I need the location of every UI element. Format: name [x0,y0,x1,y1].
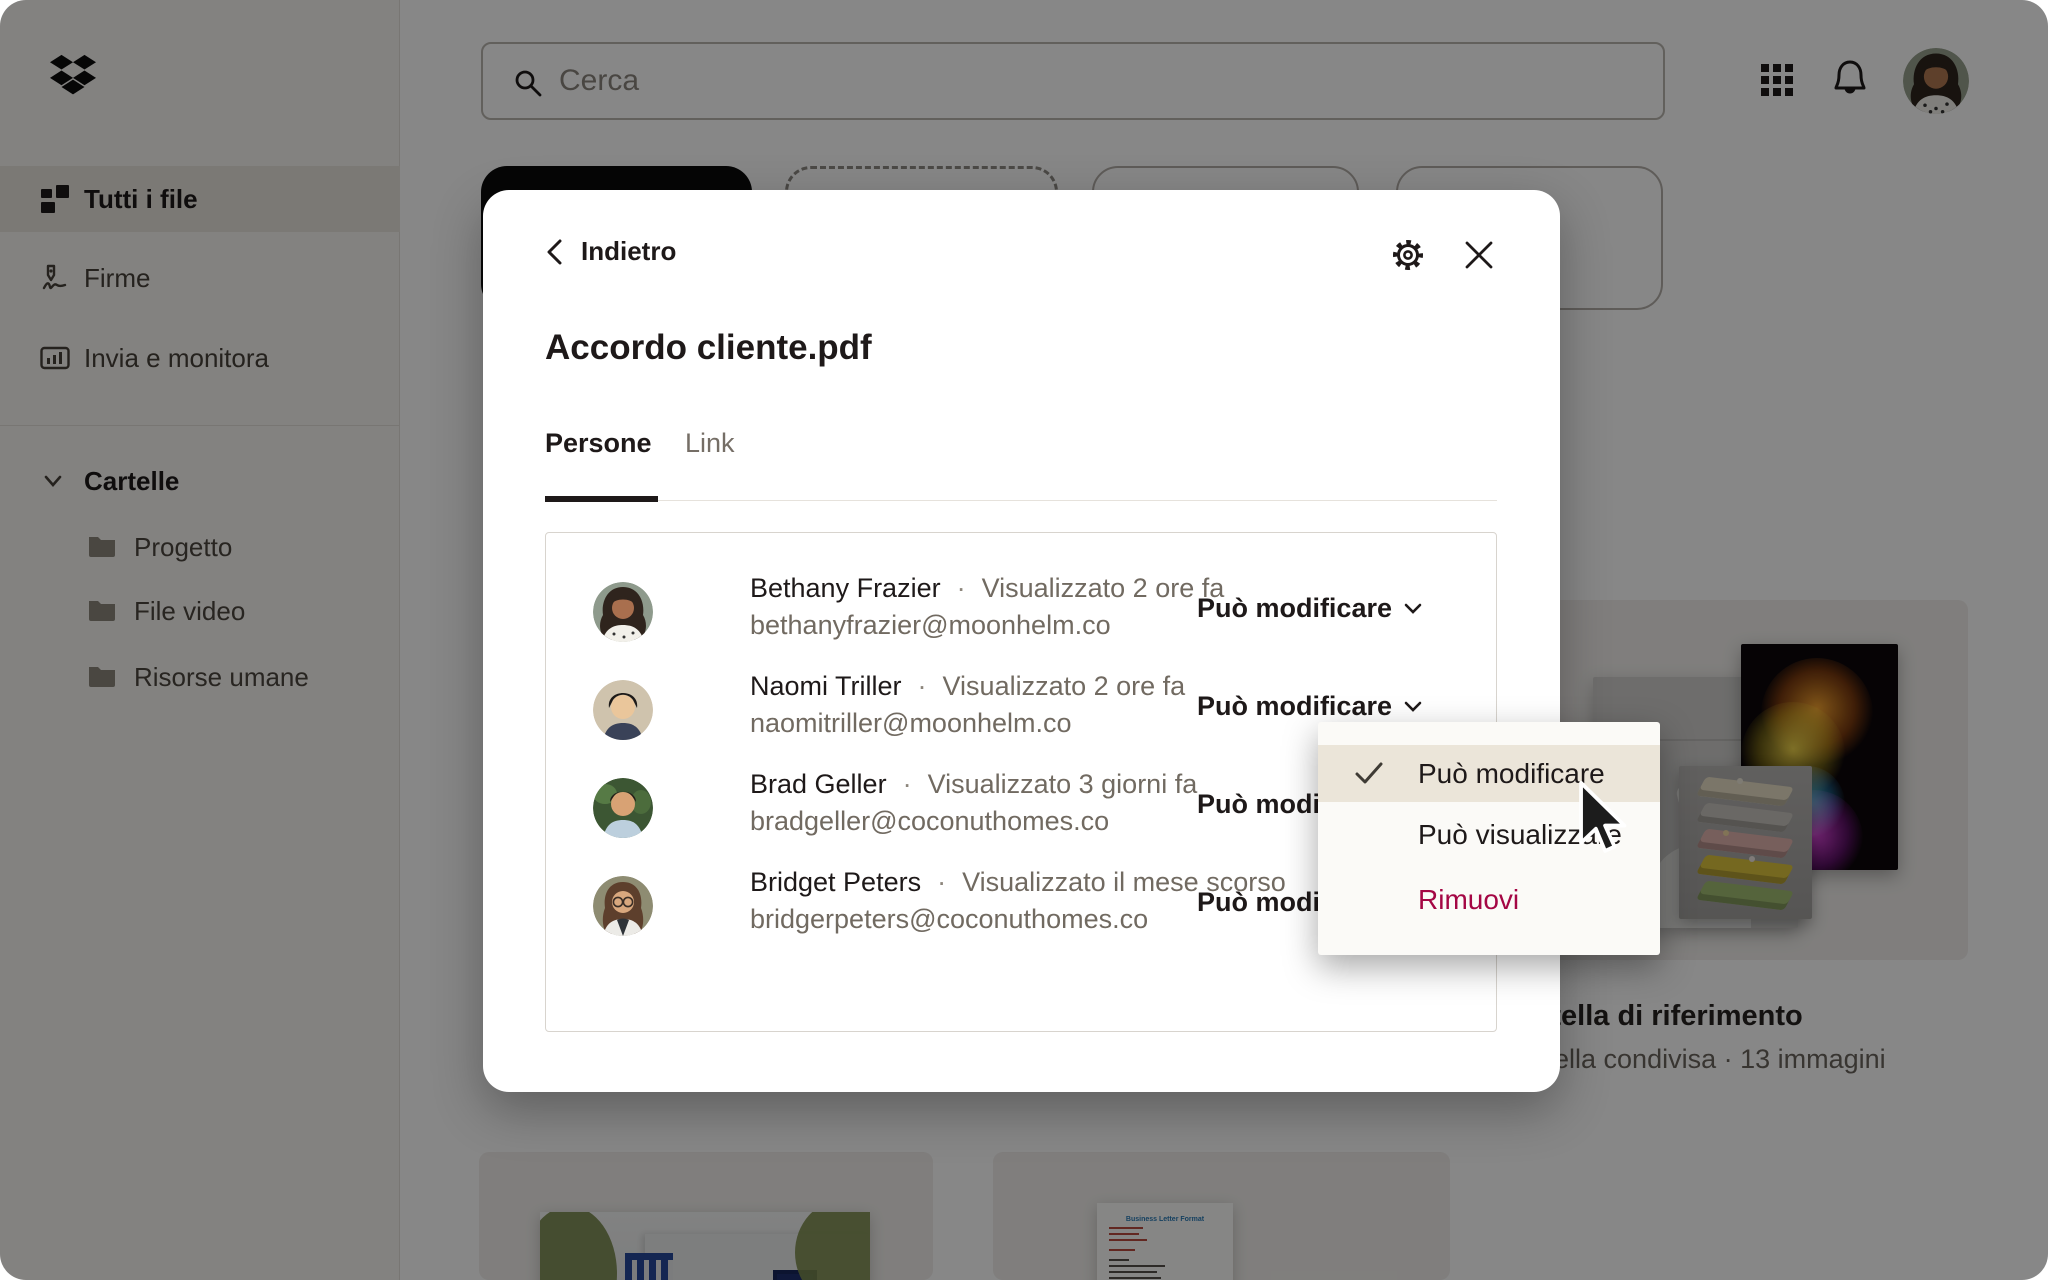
permission-dropdown[interactable]: Può modificare [1197,691,1422,722]
dot-separator: · [937,867,947,897]
avatar [593,876,653,936]
settings-gear-icon[interactable] [1389,236,1427,274]
modal-title: Accordo cliente.pdf [545,328,872,367]
person-name: Bridget Peters [750,867,922,897]
person-email: bridgerpeters@coconuthomes.co [750,904,1149,934]
person-email: bradgeller@coconuthomes.co [750,806,1110,836]
person-name-line: Bethany Frazier · Visualizzato 2 ore fa [750,573,1224,604]
avatar [593,778,653,838]
tab-persone[interactable]: Persone [545,428,652,459]
app-window: Tutti i file Firme Invia e monitora Cart… [0,0,2048,1280]
person-name: Brad Geller [750,769,887,799]
active-tab-indicator [545,496,658,502]
dot-separator: · [902,769,912,799]
permission-label: Può modificare [1196,593,1392,623]
avatar [593,680,653,740]
permission-dropdown[interactable]: Può modificare [1197,593,1422,624]
dot-separator: · [956,573,966,603]
permission-label: Può modificare [1196,691,1392,721]
menu-item-label: Rimuovi [1418,884,1520,915]
avatar [593,582,653,642]
chevron-left-icon [547,239,562,264]
tab-link[interactable]: Link [685,428,735,459]
person-name-line: Naomi Triller · Visualizzato 2 ore fa [750,671,1185,702]
mouse-cursor [1577,780,1631,861]
person-status: Visualizzato 2 ore fa [981,573,1225,603]
share-modal: Indietro Accordo cliente.pdf Persone Lin… [483,190,1560,1092]
person-name: Bethany Frazier [750,573,941,603]
dot-separator: · [917,671,927,701]
person-status: Visualizzato 2 ore fa [942,671,1186,701]
chevron-down-icon [1404,603,1422,614]
menu-item-remove[interactable]: Rimuovi [1318,868,1660,932]
close-icon[interactable] [1460,236,1498,274]
chevron-down-icon [1404,701,1422,712]
back-button[interactable]: Indietro [545,236,676,267]
person-email: bethanyfrazier@moonhelm.co [750,610,1111,640]
person-name-line: Brad Geller · Visualizzato 3 giorni fa [750,769,1197,800]
checkmark-icon [1354,761,1384,790]
back-label: Indietro [581,236,677,266]
tab-rule [545,500,1497,501]
person-email: naomitriller@moonhelm.co [750,708,1072,738]
person-status: Visualizzato 3 giorni fa [927,769,1198,799]
person-name: Naomi Triller [750,671,902,701]
person-row: Bethany Frazier · Visualizzato 2 ore fa be… [545,563,1497,661]
